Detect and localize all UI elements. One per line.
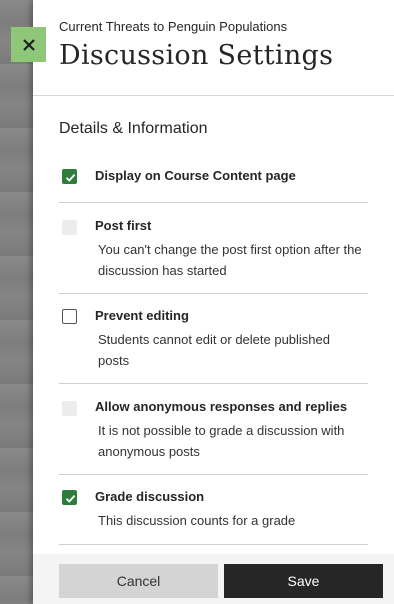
section-heading: Details & Information xyxy=(59,120,208,137)
page-backdrop xyxy=(0,0,33,604)
prevent-editing-checkbox[interactable] xyxy=(62,309,77,324)
option-label: Allow anonymous responses and replies xyxy=(95,399,348,414)
settings-content: Details & Information Display on Course … xyxy=(33,97,394,554)
option-grade-discussion: Grade discussion This discussion counts … xyxy=(59,475,368,545)
cancel-button[interactable]: Cancel xyxy=(59,564,218,598)
close-icon xyxy=(22,38,35,51)
option-description: It is not possible to grade a discussion… xyxy=(98,423,345,459)
option-allow-anonymous: Allow anonymous responses and replies It… xyxy=(59,384,368,475)
check-icon xyxy=(65,494,76,503)
option-label: Post first xyxy=(95,218,152,233)
page-title: Discussion Settings xyxy=(59,40,334,71)
option-post-first: Post first You can't change the post fir… xyxy=(59,203,368,294)
save-button[interactable]: Save xyxy=(224,564,383,598)
option-description: Students cannot edit or delete published… xyxy=(98,332,331,368)
option-label: Grade discussion xyxy=(95,489,205,504)
grade-discussion-checkbox[interactable] xyxy=(62,490,77,505)
check-icon xyxy=(65,173,76,182)
option-description: This discussion counts for a grade xyxy=(98,513,296,528)
option-description: You can't change the post first option a… xyxy=(98,242,362,278)
post-first-checkbox xyxy=(62,220,77,235)
option-prevent-editing: Prevent editing Students cannot edit or … xyxy=(59,294,368,384)
discussion-settings-panel: Current Threats to Penguin Populations D… xyxy=(33,0,394,604)
option-label: Display on Course Content page xyxy=(95,168,296,183)
allow-anonymous-checkbox xyxy=(62,401,77,416)
option-label: Prevent editing xyxy=(95,308,189,323)
panel-header: Current Threats to Penguin Populations D… xyxy=(33,0,394,96)
course-title: Current Threats to Penguin Populations xyxy=(59,19,288,34)
display-on-course-content-checkbox[interactable] xyxy=(62,169,77,184)
close-button[interactable] xyxy=(11,27,46,62)
option-display-on-course-content: Display on Course Content page xyxy=(59,164,368,203)
panel-footer: Cancel Save xyxy=(33,554,394,604)
